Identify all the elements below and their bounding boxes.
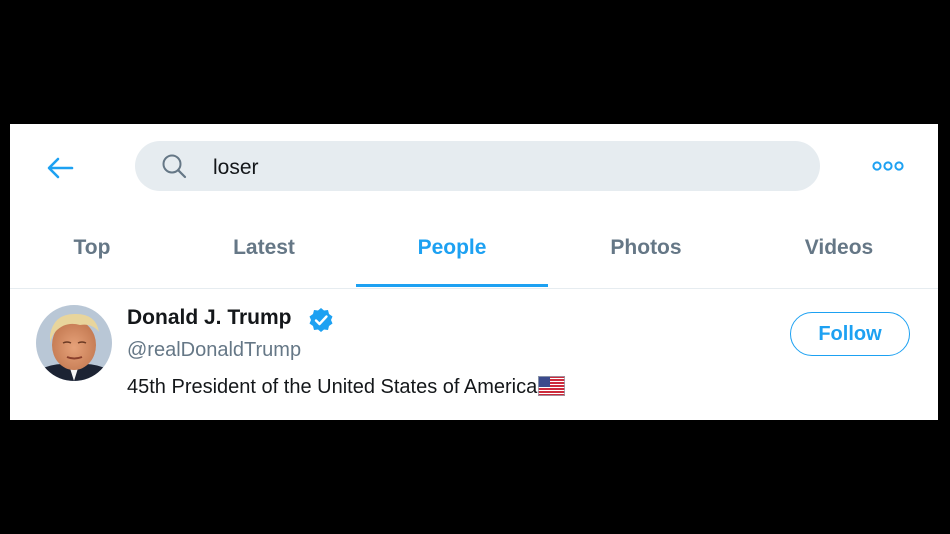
- user-bio-text: 45th President of the United States of A…: [127, 376, 538, 398]
- search-icon: [162, 154, 187, 179]
- follow-button[interactable]: Follow: [790, 312, 910, 356]
- more-dots-icon: [872, 161, 904, 171]
- search-input[interactable]: [213, 141, 793, 193]
- tab-people[interactable]: People: [356, 210, 548, 287]
- avatar[interactable]: [36, 305, 112, 381]
- search-box[interactable]: [135, 141, 820, 193]
- tab-videos[interactable]: Videos: [744, 210, 934, 286]
- user-display-name[interactable]: Donald J. Trump: [127, 306, 292, 330]
- user-result-row[interactable]: Donald J. Trump @realDonaldTrump 45th Pr…: [10, 289, 938, 420]
- verified-badge-icon: [309, 308, 333, 332]
- more-options-button[interactable]: [868, 154, 908, 178]
- search-header: [10, 124, 938, 210]
- arrow-left-icon: [47, 157, 74, 179]
- back-button[interactable]: [40, 148, 80, 188]
- search-results-panel: Top Latest People Photos Videos: [10, 124, 938, 420]
- tab-latest[interactable]: Latest: [174, 210, 354, 286]
- user-handle: @realDonaldTrump: [127, 339, 302, 361]
- user-bio: 45th President of the United States of A…: [127, 376, 566, 399]
- avatar-image: [36, 305, 112, 381]
- tab-photos[interactable]: Photos: [550, 210, 742, 286]
- us-flag-emoji: [538, 376, 566, 396]
- search-tabs: Top Latest People Photos Videos: [10, 210, 938, 289]
- tab-top[interactable]: Top: [10, 210, 174, 286]
